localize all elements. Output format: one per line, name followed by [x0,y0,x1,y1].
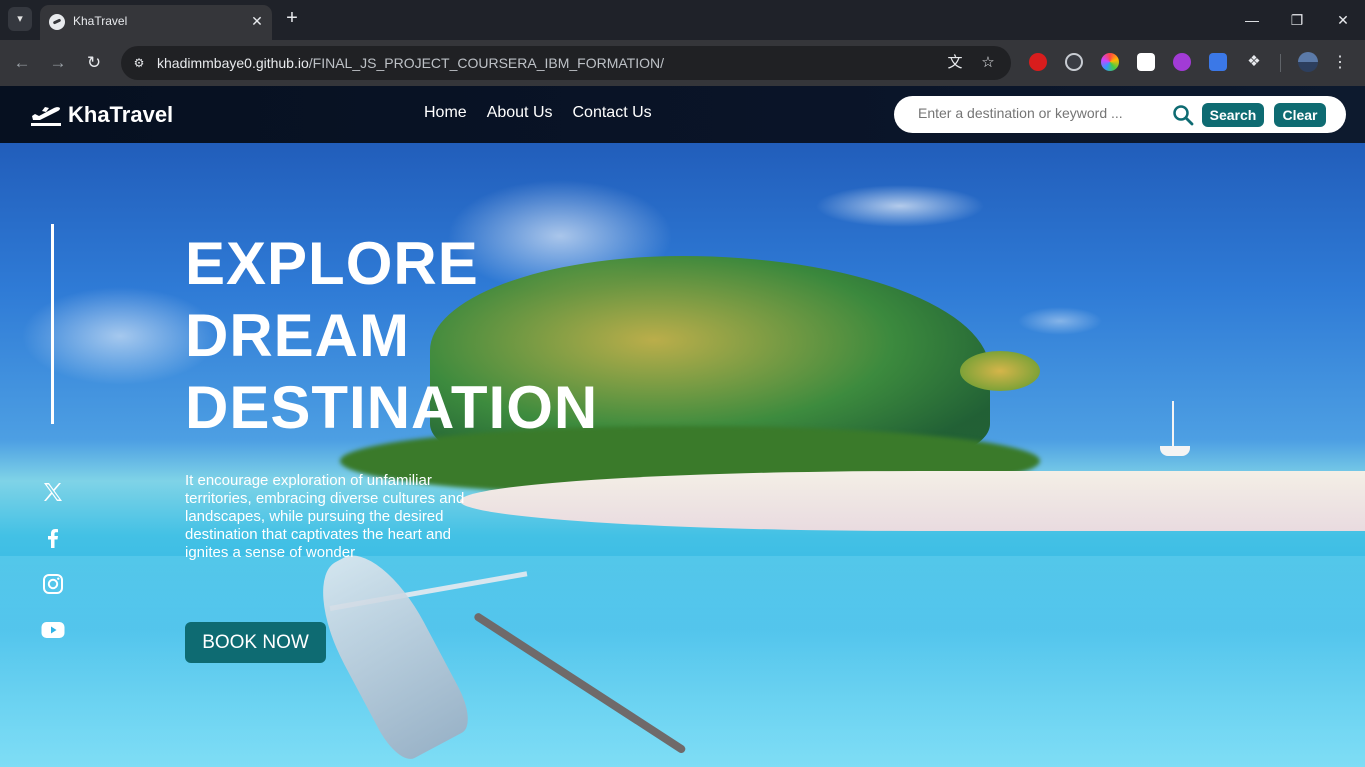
nav-home[interactable]: Home [424,104,467,122]
extensions-icon[interactable]: ❖ [1245,53,1263,71]
url-text[interactable]: khadimmbaye0.github.io/FINAL_JS_PROJECT_… [157,55,664,71]
sailboat [1160,401,1190,456]
airplane-icon [31,107,61,126]
nav-about-us[interactable]: About Us [487,104,553,122]
tab-title: KhaTravel [73,14,128,28]
plus-icon[interactable]: + [282,8,302,28]
browser-tab[interactable]: KhaTravel ✕ [40,5,272,40]
hero-title-line: DREAM [185,302,410,369]
close-icon[interactable]: ✕ [248,12,266,30]
translate-icon[interactable]: 文 [945,53,965,73]
menu-icon[interactable]: ⋮ [1330,52,1350,74]
close-window-icon[interactable]: ✕ [1331,8,1355,32]
main-nav: Home About Us Contact Us [424,104,652,122]
extension-box-icon[interactable] [1137,53,1155,71]
hero-title: EXPLORE DREAM DESTINATION [185,228,598,444]
site-info-icon[interactable]: ⚙ [130,54,148,72]
clear-button[interactable]: Clear [1274,103,1326,127]
browser-toolbar: ← → ↻ ⚙ khadimmbaye0.github.io/FINAL_JS_… [0,40,1365,86]
profile-icon[interactable] [1298,52,1318,72]
facebook-icon[interactable] [41,526,65,550]
search-icon[interactable] [1172,104,1194,126]
forward-icon[interactable]: → [47,52,69,74]
restore-icon[interactable]: ❐ [1285,8,1309,32]
extension-react-icon[interactable] [1065,53,1083,71]
sidebar-divider [51,224,54,424]
tab-search-icon[interactable]: ▾ [8,7,32,31]
reload-icon[interactable]: ↻ [83,52,105,74]
extension-red-icon[interactable] [1029,53,1047,71]
extension-purple-icon[interactable] [1173,53,1191,71]
back-icon[interactable]: ← [11,52,33,74]
book-now-button[interactable]: BOOK NOW [185,622,326,663]
toolbar-divider [1280,54,1281,72]
x-icon[interactable] [41,480,65,504]
leaning-palm [960,351,1040,391]
logo-text: KhaTravel [68,102,174,127]
beach [460,471,1365,531]
tab-favicon-icon [49,14,65,30]
browser-tab-bar: ▾ KhaTravel ✕ + — ❐ ✕ [0,0,1365,40]
star-icon[interactable]: ☆ [978,53,998,73]
nav-contact-us[interactable]: Contact Us [573,104,652,122]
hero-title-line: EXPLORE [185,230,479,297]
youtube-icon[interactable] [41,618,65,642]
search-button[interactable]: Search [1202,103,1264,127]
address-bar[interactable]: ⚙ khadimmbaye0.github.io/FINAL_JS_PROJEC… [121,46,1011,80]
extension-color-icon[interactable] [1101,53,1119,71]
instagram-icon[interactable] [41,572,65,596]
page: KhaTravel Home About Us Contact Us Searc… [0,86,1365,767]
hero-title-line: DESTINATION [185,374,599,441]
hero-description: It encourage exploration of unfamiliar t… [185,472,465,561]
extension-translate-icon[interactable] [1209,53,1227,71]
search-bar: Search Clear [894,96,1346,133]
search-input[interactable] [918,105,1168,121]
logo[interactable]: KhaTravel [30,100,173,130]
site-header: KhaTravel Home About Us Contact Us Searc… [0,86,1365,143]
minimize-icon[interactable]: — [1240,8,1264,32]
